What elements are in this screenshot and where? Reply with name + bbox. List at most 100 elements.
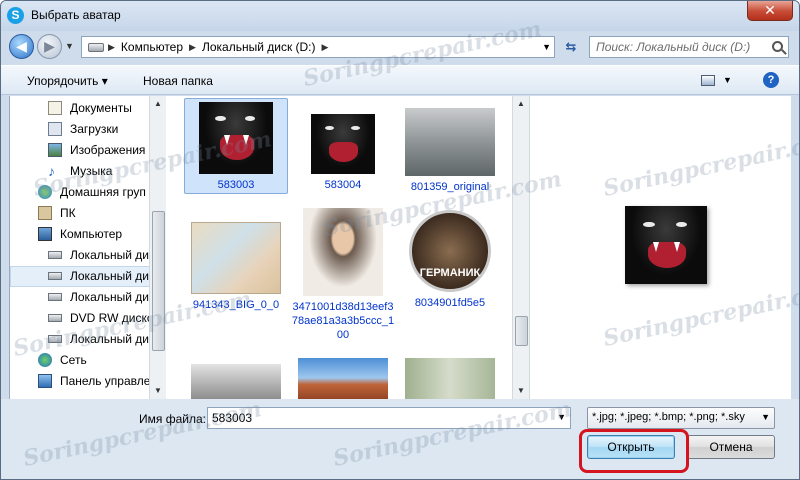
germanik-thumbnail: ГЕРМАНИК — [409, 210, 491, 292]
file-tile-partial[interactable] — [184, 358, 288, 399]
thumbnail-detail — [350, 126, 360, 131]
sidebar-item-label: Локальный ди — [70, 332, 149, 346]
window-title: Выбрать аватар — [31, 8, 121, 22]
sidebar-item-computer[interactable]: Компьютер — [10, 224, 149, 245]
view-dropdown-icon[interactable]: ▼ — [723, 75, 732, 85]
file-tile-583004[interactable]: 583004 — [291, 98, 395, 192]
filename-input[interactable]: 583003 ▼ — [207, 407, 571, 429]
organize-button[interactable]: Упорядочить ▾ — [27, 74, 108, 88]
file-name: 583004 — [324, 179, 362, 191]
file-tile-8034901[interactable]: ГЕРМАНИК 8034901fd5e5 — [398, 208, 502, 310]
new-folder-button[interactable]: Новая папка — [143, 74, 213, 88]
sidebar-item-local-disk[interactable]: Локальный ди — [10, 287, 149, 308]
filename-dropdown-icon[interactable]: ▼ — [557, 412, 566, 422]
sidebar-item-label: DVD RW диско — [70, 311, 149, 325]
back-button[interactable]: ◀ — [9, 34, 34, 59]
file-tile-partial[interactable] — [398, 358, 502, 399]
sidebar-item-control-panel[interactable]: Панель управле — [10, 371, 149, 392]
thumbnail-detail — [328, 141, 359, 162]
preview-image — [625, 206, 707, 284]
pc-icon — [38, 206, 52, 220]
close-button[interactable]: ✕ — [747, 1, 793, 21]
desert-thumbnail — [298, 358, 388, 399]
file-tile-partial[interactable] — [291, 358, 395, 399]
search-input[interactable]: Поиск: Локальный диск (D:) — [589, 36, 789, 58]
panther-thumbnail — [199, 102, 273, 174]
file-type-select[interactable]: *.jpg; *.jpeg; *.bmp; *.png; *.sky ▼ — [587, 407, 775, 429]
sidebar-item-pc[interactable]: ПК — [10, 203, 149, 224]
breadcrumb-separator-icon[interactable]: ▶ — [322, 42, 329, 53]
drive-icon — [48, 293, 62, 301]
thumbnail-detail — [243, 135, 250, 146]
sidebar-item-local-disk-selected[interactable]: Локальный ди — [10, 266, 149, 287]
scroll-up-icon[interactable]: ▲ — [517, 99, 525, 108]
sidebar-item-label: Локальный ди — [70, 290, 149, 304]
navigation-bar: ◀ ▶ ▼ ▶ Компьютер ▶ Локальный диск (D:) … — [1, 31, 799, 63]
filename-value: 583003 — [212, 411, 253, 425]
sidebar-item-label: Музыка — [70, 164, 113, 178]
sidebar-item-local-disk[interactable]: Локальный ди — [10, 245, 149, 266]
dvd-icon — [48, 314, 62, 322]
chevron-down-icon[interactable]: ▼ — [761, 412, 770, 422]
help-button[interactable]: ? — [763, 72, 779, 88]
file-list-scrollbar[interactable]: ▲ ▼ — [512, 96, 529, 399]
history-dropdown-icon[interactable]: ▼ — [65, 41, 74, 51]
breadcrumb-computer[interactable]: Компьютер — [121, 40, 183, 54]
file-name: 583003 — [217, 179, 255, 191]
documents-icon — [48, 101, 62, 115]
scrollbar-thumb[interactable] — [152, 211, 165, 351]
sidebar-item-label: Изображения — [70, 143, 146, 157]
preview-detail — [674, 241, 681, 252]
highlight-ring — [579, 429, 689, 473]
forward-button[interactable]: ▶ — [37, 34, 62, 59]
thumbnail-detail — [215, 116, 226, 122]
sidebar-item-label: ПК — [60, 206, 76, 220]
navigation-scrollbar[interactable]: ▲ ▼ — [149, 96, 166, 399]
navigation-pane: Документы Загрузки Изображения ♪ Музыка … — [9, 96, 149, 399]
money-thumbnail — [405, 358, 495, 399]
scrollbar-thumb[interactable] — [515, 316, 528, 346]
portrait-thumbnail — [303, 208, 383, 296]
address-bar[interactable]: ▶ Компьютер ▶ Локальный диск (D:) ▶ ▼ — [81, 36, 555, 58]
search-icon[interactable] — [772, 41, 783, 52]
file-type-value: *.jpg; *.jpeg; *.bmp; *.png; *.sky — [592, 411, 745, 423]
breadcrumb: ▶ Компьютер ▶ Локальный диск (D:) ▶ — [108, 40, 328, 54]
sidebar-item-pictures[interactable]: Изображения — [10, 140, 149, 161]
file-list: 583003 583004 801359_original 941343_BIG… — [166, 96, 512, 399]
file-tile-801359-original[interactable]: 801359_original — [398, 98, 502, 194]
file-tile-941343[interactable]: 941343_BIG_0_0 — [184, 208, 288, 312]
cancel-button[interactable]: Отмена — [687, 435, 775, 459]
breadcrumb-separator-icon[interactable]: ▶ — [189, 42, 196, 53]
sidebar-item-label: Домашняя груп — [60, 185, 146, 199]
refresh-icon[interactable]: ⇆ — [561, 39, 581, 57]
sidebar-item-downloads[interactable]: Загрузки — [10, 119, 149, 140]
file-tile-583003[interactable]: 583003 — [184, 98, 288, 194]
downloads-icon — [48, 122, 62, 136]
breadcrumb-drive-d[interactable]: Локальный диск (D:) — [202, 40, 316, 54]
drive-icon — [48, 251, 62, 259]
sidebar-item-label: Документы — [70, 101, 132, 115]
thumbnail-detail — [325, 126, 335, 131]
sidebar-item-documents[interactable]: Документы — [10, 98, 149, 119]
breadcrumb-separator-icon[interactable]: ▶ — [108, 42, 115, 53]
file-tile-3471001[interactable]: 3471001d38d13eef378ae81a3a3b5ccc_100 — [291, 208, 395, 342]
view-options-icon[interactable] — [701, 75, 715, 86]
drive-icon — [88, 43, 104, 52]
scroll-up-icon[interactable]: ▲ — [154, 99, 162, 108]
sidebar-item-music[interactable]: ♪ Музыка — [10, 161, 149, 182]
filename-label: Имя файла: — [139, 412, 206, 426]
scroll-down-icon[interactable]: ▼ — [517, 386, 525, 395]
scroll-down-icon[interactable]: ▼ — [154, 386, 162, 395]
sidebar-item-homegroup[interactable]: Домашняя груп — [10, 182, 149, 203]
thumbnail-detail — [224, 135, 231, 146]
thumbnail-detail — [244, 116, 256, 122]
sidebar-item-label: Панель управле — [60, 374, 149, 388]
file-name: 941343_BIG_0_0 — [192, 299, 280, 311]
search-placeholder: Поиск: Локальный диск (D:) — [596, 40, 751, 54]
drive-icon — [48, 335, 62, 343]
title-bar[interactable]: S Выбрать аватар ✕ — [1, 1, 799, 31]
sidebar-item-local-disk[interactable]: Локальный ди — [10, 329, 149, 350]
address-dropdown-icon[interactable]: ▼ — [542, 42, 551, 52]
sidebar-item-network[interactable]: Сеть — [10, 350, 149, 371]
sidebar-item-dvd[interactable]: DVD RW диско — [10, 308, 149, 329]
